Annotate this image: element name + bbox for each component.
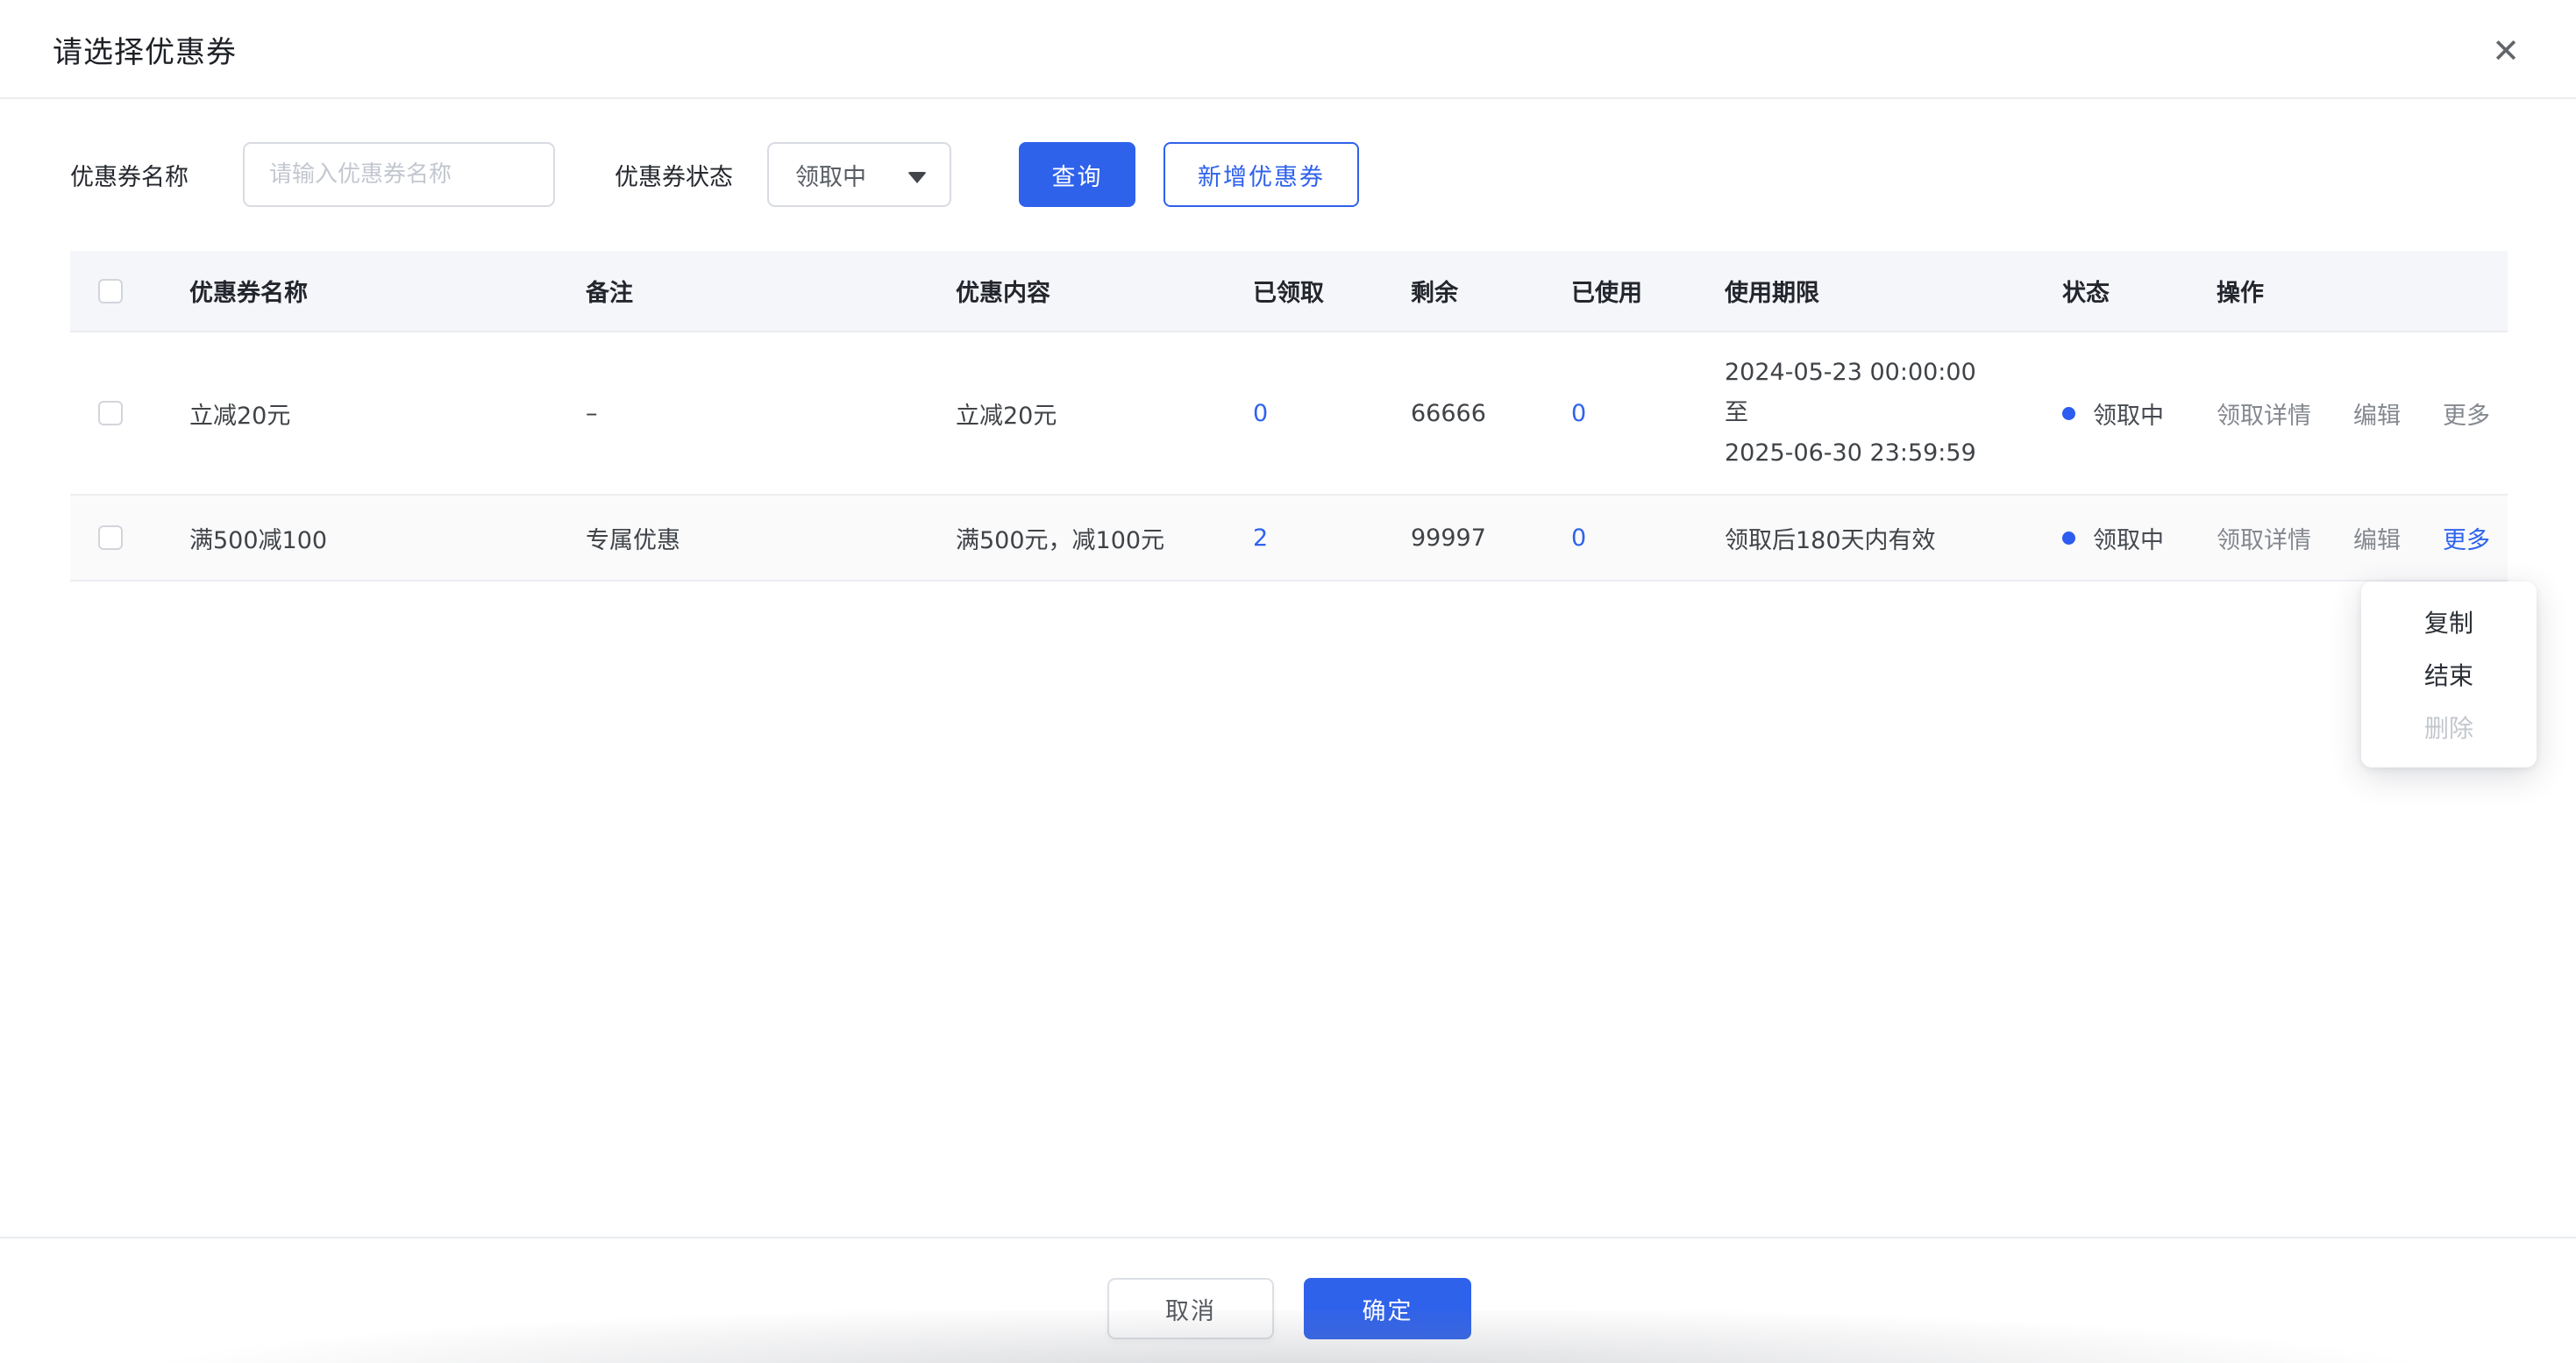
action-edit-link[interactable]: 编辑 — [2353, 521, 2401, 555]
row-checkbox[interactable] — [98, 401, 123, 425]
status-badge: 领取中 — [2062, 496, 2164, 580]
menu-item-end[interactable]: 结束 — [2361, 648, 2537, 701]
remaining-cell: 66666 — [1411, 332, 1486, 494]
modal-bottom-shadow — [0, 1310, 2576, 1363]
remark-cell: – — [586, 332, 598, 494]
action-more-link[interactable]: 更多 — [2443, 396, 2490, 431]
table-row: 立减20元 – 立减20元 0 66666 0 2024-05-23 00:00… — [70, 332, 2508, 496]
period-end: 2025-06-30 23:59:59 — [1725, 433, 1976, 474]
col-period: 使用期限 — [1725, 251, 1819, 331]
status-dot-icon — [2062, 407, 2075, 420]
modal-header: 请选择优惠券 ✕ — [0, 0, 2576, 99]
action-cell: 领取详情 编辑 更多 — [2217, 332, 2490, 494]
coupon-name-label: 优惠券名称 — [70, 142, 189, 207]
status-text: 领取中 — [2093, 521, 2164, 555]
coupon-name-cell: 立减20元 — [189, 332, 290, 494]
coupon-name-cell: 满500减100 — [189, 496, 327, 580]
action-edit-link[interactable]: 编辑 — [2353, 396, 2401, 431]
content-cell: 满500元，减100元 — [956, 496, 1164, 580]
content-cell: 立减20元 — [956, 332, 1057, 494]
filter-bar: 优惠券名称 优惠券状态 领取中 查询 新增优惠券 — [0, 142, 2576, 207]
close-icon[interactable]: ✕ — [2481, 26, 2530, 75]
status-text: 领取中 — [2093, 396, 2164, 431]
action-view-link[interactable]: 领取详情 — [2217, 396, 2311, 431]
coupon-status-value: 领取中 — [769, 158, 866, 192]
cancel-button[interactable]: 取消 — [1107, 1278, 1274, 1339]
row-checkbox[interactable] — [98, 525, 123, 550]
received-count-link[interactable]: 2 — [1253, 496, 1268, 580]
remark-cell: 专属优惠 — [586, 496, 680, 580]
period-cell: 领取后180天内有效 — [1725, 496, 1936, 580]
chevron-down-icon — [907, 172, 927, 183]
coupon-name-input[interactable] — [243, 142, 555, 207]
search-button[interactable]: 查询 — [1019, 142, 1135, 207]
select-all-checkbox[interactable] — [98, 279, 123, 303]
period-start: 2024-05-23 00:00:00 — [1725, 353, 1976, 393]
menu-item-delete: 删除 — [2361, 701, 2537, 753]
col-content: 优惠内容 — [956, 251, 1050, 331]
remaining-cell: 99997 — [1411, 496, 1486, 580]
coupon-status-label: 优惠券状态 — [615, 142, 733, 207]
col-used: 已使用 — [1571, 251, 1642, 331]
confirm-button[interactable]: 确定 — [1304, 1278, 1471, 1339]
used-count-link[interactable]: 0 — [1571, 496, 1586, 580]
add-coupon-button[interactable]: 新增优惠券 — [1163, 142, 1359, 207]
table-header-row: 优惠券名称 备注 优惠内容 已领取 剩余 已使用 使用期限 状态 操作 — [70, 251, 2508, 332]
footer-divider — [0, 1237, 2576, 1238]
more-dropdown-menu: 复制 结束 删除 — [2361, 582, 2537, 767]
col-remark: 备注 — [586, 251, 633, 331]
status-badge: 领取中 — [2062, 332, 2164, 494]
col-status: 状态 — [2062, 251, 2110, 331]
col-action: 操作 — [2217, 251, 2264, 331]
used-count-link[interactable]: 0 — [1571, 332, 1586, 494]
action-view-link[interactable]: 领取详情 — [2217, 521, 2311, 555]
col-received: 已领取 — [1253, 251, 1324, 331]
coupon-status-select[interactable]: 领取中 — [767, 142, 951, 207]
menu-item-copy[interactable]: 复制 — [2361, 596, 2537, 648]
col-coupon-name: 优惠券名称 — [189, 251, 308, 331]
period-cell: 2024-05-23 00:00:00 至 2025-06-30 23:59:5… — [1725, 332, 1976, 494]
col-remaining: 剩余 — [1411, 251, 1458, 331]
action-more-link[interactable]: 更多 — [2443, 521, 2490, 555]
period-to: 至 — [1725, 393, 1748, 433]
modal-title: 请选择优惠券 — [53, 0, 237, 99]
action-cell: 领取详情 编辑 更多 — [2217, 496, 2490, 580]
table-row: 满500减100 专属优惠 满500元，减100元 2 99997 0 领取后1… — [70, 496, 2508, 582]
status-dot-icon — [2062, 532, 2075, 545]
received-count-link[interactable]: 0 — [1253, 332, 1268, 494]
coupon-table: 优惠券名称 备注 优惠内容 已领取 剩余 已使用 使用期限 状态 操作 立减20… — [70, 251, 2508, 582]
